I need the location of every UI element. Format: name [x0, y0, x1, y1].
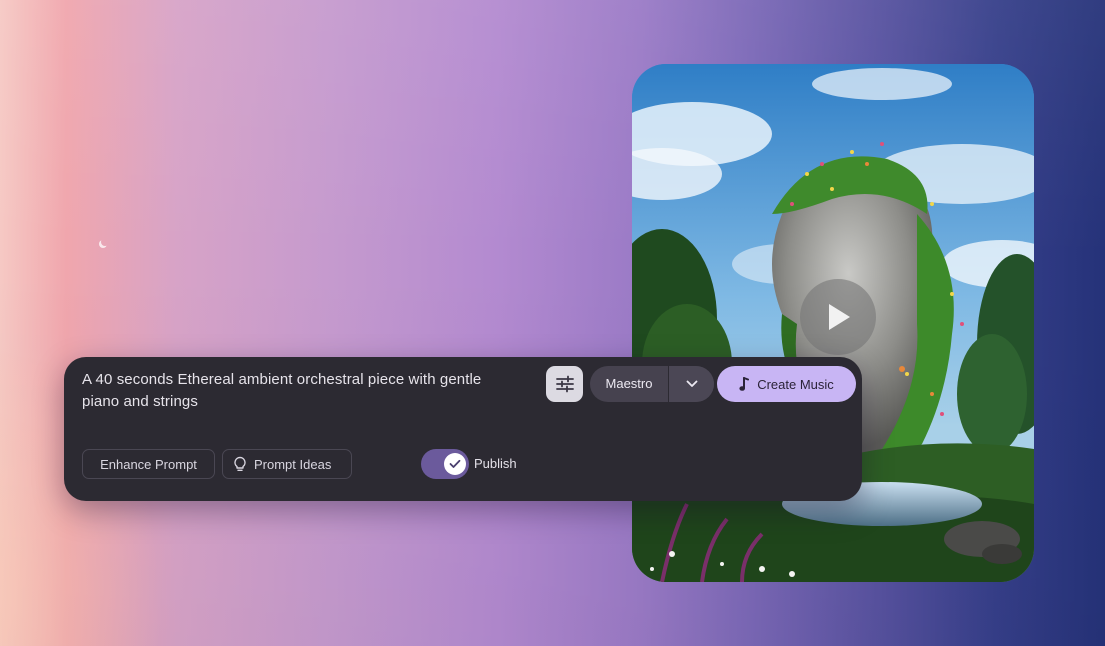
sliders-icon — [555, 375, 574, 393]
lightbulb-icon — [234, 456, 246, 472]
crescent-moon-decoration — [101, 238, 109, 246]
prompt-ideas-button[interactable]: Prompt Ideas — [222, 449, 352, 479]
play-button[interactable] — [800, 279, 876, 355]
checkmark-icon — [449, 459, 461, 468]
enhance-prompt-button[interactable]: Enhance Prompt — [82, 449, 215, 479]
publish-toggle[interactable] — [421, 449, 469, 479]
publish-label: Publish — [474, 456, 517, 471]
music-note-icon — [739, 376, 750, 391]
create-music-button[interactable]: Create Music — [717, 366, 856, 402]
prompt-input[interactable]: A 40 seconds Ethereal ambient orchestral… — [82, 369, 522, 413]
prompt-panel: A 40 seconds Ethereal ambient orchestral… — [64, 357, 862, 501]
model-selector: Maestro — [590, 366, 714, 402]
model-dropdown-button[interactable] — [668, 366, 714, 402]
model-name[interactable]: Maestro — [590, 366, 668, 402]
enhance-prompt-label: Enhance Prompt — [100, 456, 197, 472]
create-music-label: Create Music — [757, 376, 834, 392]
chevron-down-icon — [686, 380, 697, 387]
settings-button[interactable] — [546, 366, 583, 402]
toggle-knob — [444, 453, 466, 475]
play-icon — [829, 304, 850, 330]
prompt-ideas-label: Prompt Ideas — [254, 456, 332, 472]
